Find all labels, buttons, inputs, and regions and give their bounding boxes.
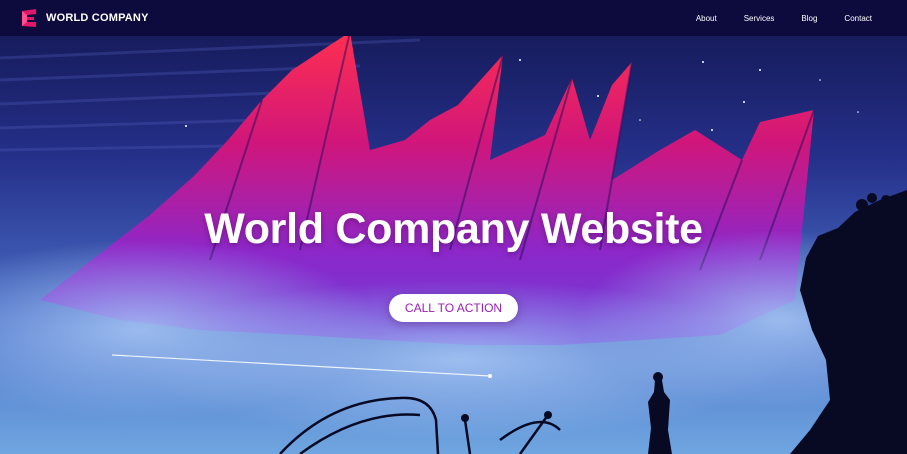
main-nav: About Services Blog Contact [696,14,872,23]
nav-link-contact[interactable]: Contact [844,14,872,23]
brand-name: WORLD COMPANY [46,12,149,24]
hero-content: World Company Website CALL TO ACTION [0,205,907,322]
brand[interactable]: WORLD COMPANY [20,9,149,27]
call-to-action-button[interactable]: CALL TO ACTION [388,294,519,322]
top-navbar: WORLD COMPANY About Services Blog Contac… [0,0,907,36]
hero-title: World Company Website [204,205,703,253]
nav-link-about[interactable]: About [696,14,717,23]
nav-link-blog[interactable]: Blog [801,14,817,23]
stylized-e-logo-icon [22,9,36,27]
landing-page: WORLD COMPANY About Services Blog Contac… [0,0,907,454]
nav-link-services[interactable]: Services [744,14,775,23]
